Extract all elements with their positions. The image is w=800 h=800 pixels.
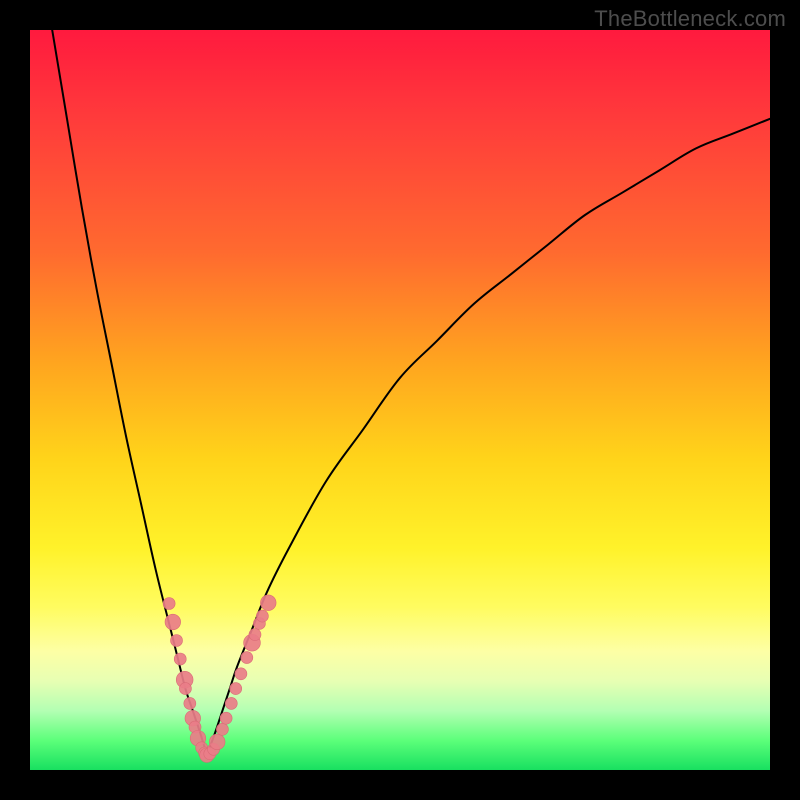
data-point [235, 668, 247, 680]
data-point [230, 683, 242, 695]
watermark-text: TheBottleneck.com [594, 6, 786, 32]
data-point [249, 629, 261, 641]
data-point [216, 723, 228, 735]
data-point [184, 697, 196, 709]
data-point [220, 712, 232, 724]
data-point [179, 683, 191, 695]
data-point [165, 614, 181, 630]
data-point [174, 653, 186, 665]
data-point [225, 697, 237, 709]
chart-svg [30, 30, 770, 770]
curve-left-branch [52, 30, 207, 755]
plot-area [30, 30, 770, 770]
chart-frame: TheBottleneck.com [0, 0, 800, 800]
data-point [171, 635, 183, 647]
data-point [163, 598, 175, 610]
data-point [209, 734, 225, 750]
data-point [241, 652, 253, 664]
marker-layer [163, 595, 276, 762]
data-point [260, 595, 276, 611]
data-point [256, 610, 268, 622]
curve-right-branch [207, 119, 770, 755]
curve-layer [52, 30, 770, 755]
